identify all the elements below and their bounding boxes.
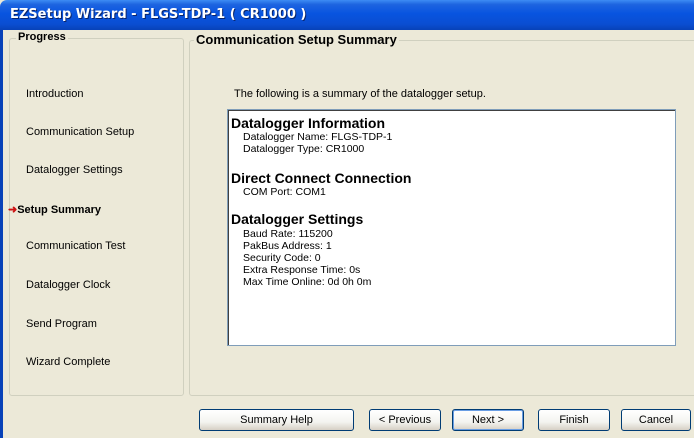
step-label: Datalogger Clock [26,279,111,291]
step-wizard-complete: Wizard Complete [26,356,110,368]
intro-text: The following is a summary of the datalo… [234,88,486,100]
cancel-button[interactable]: Cancel [621,409,691,431]
summary-text-box[interactable]: Datalogger Information Datalogger Name: … [227,109,676,346]
step-label: Send Program [26,318,97,330]
section-heading-datalogger-information: Datalogger Information [231,115,386,131]
step-datalogger-clock: Datalogger Clock [26,279,110,291]
step-datalogger-settings: Datalogger Settings [26,164,123,176]
summary-line: Security Code: 0 [243,252,321,264]
section-heading-datalogger-settings: Datalogger Settings [231,211,364,227]
summary-line: Baud Rate: 115200 [243,228,333,240]
step-label: Wizard Complete [26,356,111,368]
summary-line: COM Port: COM1 [243,186,326,198]
step-communication-setup: Communication Setup [26,126,134,138]
next-button[interactable]: Next > [452,409,524,431]
step-send-program: Send Program [26,318,97,330]
step-label: Introduction [26,88,84,100]
section-heading-direct-connect: Direct Connect Connection [231,170,412,186]
step-setup-summary: ➜Setup Summary [8,203,101,216]
summary-line: Max Time Online: 0d 0h 0m [243,276,372,288]
summary-line: PakBus Address: 1 [243,240,332,252]
step-communication-test: Communication Test [26,240,125,252]
summary-line: Datalogger Type: CR1000 [243,143,365,155]
summary-line: Extra Response Time: 0s [243,264,361,276]
step-label: Communication Setup [26,126,135,138]
current-step-arrow-icon: ➜ [8,204,18,216]
title-bar[interactable]: EZSetup Wizard - FLGS-TDP-1 ( CR1000 ) [0,0,694,30]
step-label: Setup Summary [17,204,101,216]
finish-button[interactable]: Finish [538,409,610,431]
previous-button[interactable]: < Previous [369,409,441,431]
step-label: Communication Test [26,240,126,252]
summary-help-button[interactable]: Summary Help [199,409,354,431]
step-introduction: Introduction [26,88,83,100]
step-label: Datalogger Settings [26,164,123,176]
page-title: Communication Setup Summary [194,32,399,47]
progress-label: Progress [16,31,68,43]
window-title: EZSetup Wizard - FLGS-TDP-1 ( CR1000 ) [10,7,307,22]
summary-line: Datalogger Name: FLGS-TDP-1 [243,131,393,143]
